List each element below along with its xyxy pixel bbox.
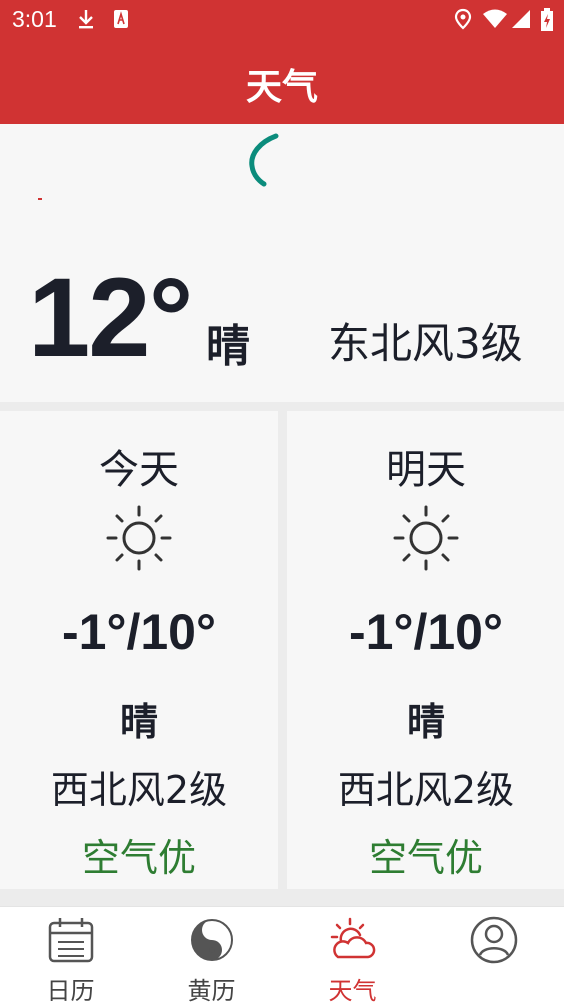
nav-label-calendar: 日历 (46, 977, 95, 1004)
nav-item-almanac[interactable]: 黄历 (141, 907, 282, 1004)
weather-icon (330, 917, 376, 959)
forecast-card-tomorrow[interactable]: 明天 -1°/10° 晴 西北风2级 空气优 (287, 411, 564, 889)
sun-icon (393, 505, 459, 571)
wifi-icon (483, 9, 507, 28)
yin-yang-icon (191, 919, 233, 961)
nav-item-calendar[interactable]: 日历 (0, 907, 141, 1004)
nav-item-profile[interactable] (423, 907, 564, 1004)
loading-spinner-icon (249, 133, 279, 187)
forecast-wind: 西北风2级 (50, 768, 228, 812)
current-weather-panel: 12° 晴 东北风3级 (0, 124, 564, 402)
forecast-condition: 晴 (406, 700, 445, 744)
app-header: 3:01 天气 (0, 0, 564, 124)
temperature-range: -1°/10° (349, 604, 503, 660)
status-bar: 3:01 (0, 0, 564, 40)
nav-label-almanac: 黄历 (187, 977, 236, 1004)
battery-icon (541, 8, 553, 31)
forecast-day-label: 今天 (99, 447, 179, 493)
current-temperature: 12° (28, 255, 193, 380)
app-notification-icon (114, 10, 128, 28)
temperature-range: -1°/10° (62, 604, 216, 660)
forecast-wind: 西北风2级 (337, 768, 515, 812)
air-quality: 空气优 (368, 836, 483, 880)
bottom-nav: 日历 黄历 天气 (0, 906, 564, 1004)
sun-icon (106, 505, 172, 571)
current-condition: 晴 (206, 321, 250, 372)
current-wind: 东北风3级 (328, 319, 523, 368)
forecast-day-label: 明天 (386, 447, 466, 493)
calendar-icon (48, 918, 94, 963)
status-time: 3:01 (12, 6, 57, 32)
air-quality: 空气优 (81, 836, 196, 880)
page-title: 天气 (245, 67, 318, 108)
profile-icon (470, 916, 518, 964)
indicator-mark (38, 198, 42, 200)
forecast-card-today[interactable]: 今天 -1°/10° 晴 西北风2级 空气优 (0, 411, 278, 889)
nav-label-weather: 天气 (328, 977, 377, 1004)
location-icon (454, 8, 472, 30)
download-icon (79, 10, 93, 29)
forecast-condition: 晴 (119, 700, 158, 744)
nav-item-weather[interactable]: 天气 (282, 907, 423, 1004)
signal-icon (512, 10, 530, 28)
